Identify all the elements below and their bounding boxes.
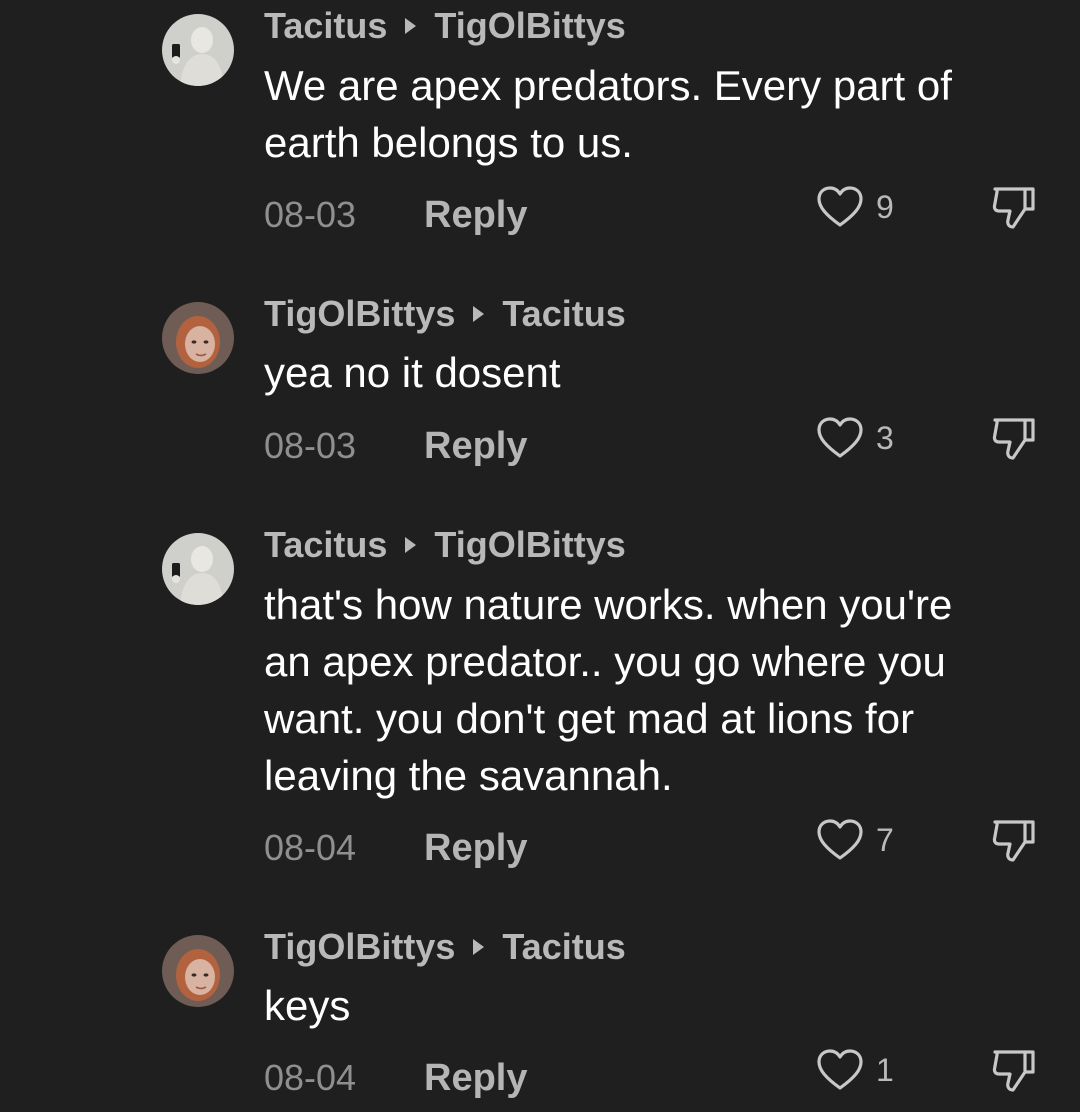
- comment-text: We are apex predators. Every part of ear…: [264, 62, 952, 166]
- comment-header: Tacitus TigOlBittys: [264, 4, 626, 48]
- like-button[interactable]: 7: [816, 815, 894, 865]
- author-name[interactable]: TigOlBittys: [264, 926, 455, 968]
- reply-button[interactable]: Reply: [424, 827, 527, 870]
- reply-to-name[interactable]: TigOlBittys: [434, 524, 625, 566]
- avatar[interactable]: [162, 302, 234, 374]
- heart-icon: [817, 417, 863, 458]
- reply-to-name[interactable]: Tacitus: [502, 926, 625, 968]
- thumbs-down-icon: [992, 820, 1035, 862]
- comment-date: 08-04: [264, 827, 357, 868]
- dislike-button[interactable]: [988, 182, 1040, 232]
- reply-to-arrow-icon: [405, 18, 417, 34]
- reply-to-arrow-icon: [473, 306, 485, 322]
- comment-header: TigOlBittys Tacitus: [264, 925, 626, 969]
- like-button[interactable]: 3: [816, 413, 894, 463]
- reply-to-arrow-icon: [405, 537, 417, 553]
- comment-footer: 08-03 Reply: [264, 421, 527, 471]
- comment-footer: 08-04 Reply: [264, 823, 527, 873]
- avatar[interactable]: [162, 14, 234, 86]
- comment-header: Tacitus TigOlBittys: [264, 523, 626, 567]
- like-button[interactable]: 9: [816, 182, 894, 232]
- reply-button[interactable]: Reply: [424, 194, 527, 237]
- comment-footer: 08-03 Reply: [264, 190, 527, 240]
- thumbs-down-icon: [992, 187, 1035, 229]
- author-name[interactable]: Tacitus: [264, 524, 387, 566]
- dislike-button[interactable]: [988, 815, 1040, 865]
- heart-icon: [817, 1049, 863, 1090]
- comment-header: TigOlBittys Tacitus: [264, 292, 626, 336]
- reply-button[interactable]: Reply: [424, 425, 527, 468]
- reply-button[interactable]: Reply: [424, 1057, 527, 1100]
- author-name[interactable]: TigOlBittys: [264, 293, 455, 335]
- reply-to-name[interactable]: TigOlBittys: [434, 5, 625, 47]
- dislike-button[interactable]: [988, 413, 1040, 463]
- thumbs-down-icon: [992, 1050, 1035, 1092]
- like-count: 3: [876, 419, 894, 456]
- comment-text: yea no it dosent: [264, 349, 561, 396]
- like-button[interactable]: 1: [816, 1045, 894, 1095]
- like-count: 1: [876, 1051, 894, 1088]
- avatar[interactable]: [162, 935, 234, 1007]
- like-count: 7: [876, 821, 894, 858]
- comment-text: keys: [264, 982, 351, 1029]
- reply-to-arrow-icon: [473, 939, 485, 955]
- comment-text: that's how nature works. when you're an …: [264, 581, 953, 799]
- comment-date: 08-03: [264, 194, 357, 235]
- heart-icon: [817, 186, 863, 227]
- comment-date: 08-03: [264, 425, 357, 466]
- thumbs-down-icon: [992, 418, 1035, 460]
- avatar[interactable]: [162, 533, 234, 605]
- dislike-button[interactable]: [988, 1045, 1040, 1095]
- heart-icon: [817, 819, 863, 860]
- like-count: 9: [876, 188, 894, 225]
- comment-date: 08-04: [264, 1057, 357, 1098]
- comment-footer: 08-04 Reply: [264, 1053, 527, 1103]
- reply-to-name[interactable]: Tacitus: [502, 293, 625, 335]
- author-name[interactable]: Tacitus: [264, 5, 387, 47]
